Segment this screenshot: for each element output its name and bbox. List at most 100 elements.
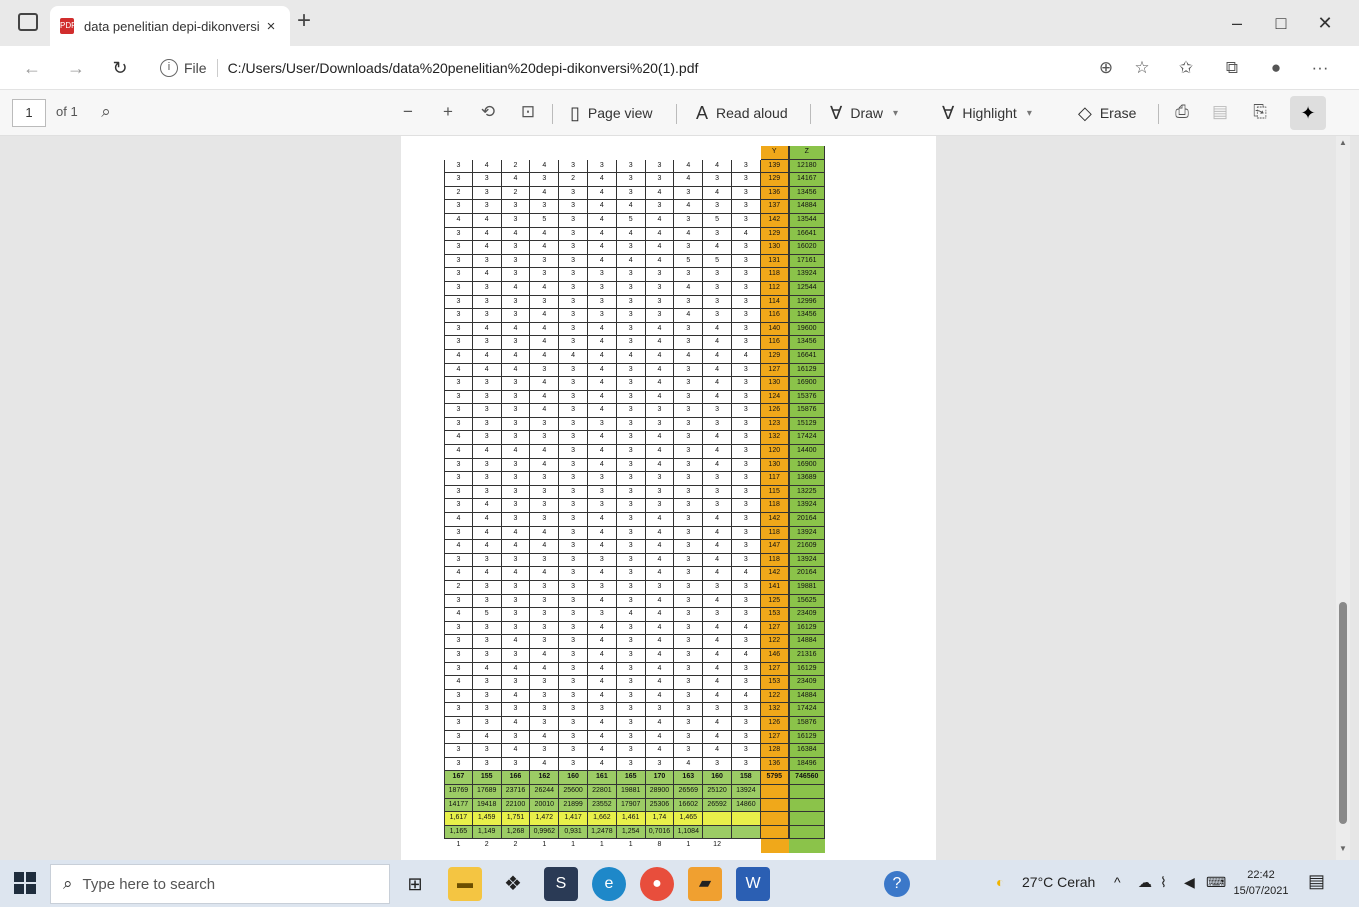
fit-page-icon[interactable]: ⊡ (516, 100, 540, 124)
save-as-icon[interactable]: ⎘ (1248, 100, 1272, 124)
dropbox-icon[interactable]: ❖ (496, 867, 530, 901)
word-icon[interactable]: W (736, 867, 770, 901)
table-cell: 4 (501, 540, 531, 554)
rotate-icon[interactable]: ⟲ (476, 100, 500, 124)
draw-button[interactable]: ∀ Draw ▾ (830, 100, 898, 126)
add-favorite-icon[interactable]: ☆ (1130, 56, 1154, 80)
table-cell: 4 (587, 377, 617, 391)
back-icon[interactable]: ← (18, 54, 46, 82)
scrollbar[interactable]: ▲ ▼ (1336, 136, 1350, 860)
profile-icon[interactable]: ● (1264, 56, 1288, 80)
chevron-down-icon[interactable]: ▾ (893, 108, 898, 119)
tray-chevron-icon[interactable]: ^ (1114, 874, 1121, 890)
cell-z (788, 812, 825, 826)
table-cell: 4 (703, 594, 732, 609)
summary-row: 18769 17689 23716 26244 25600 22801 19881 28900… (444, 784, 825, 799)
refresh-icon[interactable]: ↻ (106, 54, 134, 82)
table-cell: 3 (616, 322, 646, 337)
zoom-icon[interactable]: ⊕ (1094, 56, 1118, 80)
table-cell: 0,931 (559, 825, 588, 840)
minimize-button[interactable]: – (1222, 10, 1252, 36)
highlight-button[interactable]: ∀ Highlight ▾ (942, 100, 1032, 126)
pin-toolbar-icon[interactable]: ✦ (1290, 96, 1326, 130)
maximize-button[interactable]: □ (1266, 10, 1296, 36)
read-aloud-button[interactable]: A Read aloud (696, 100, 788, 126)
table-cell: 3 (559, 676, 588, 690)
page-number-input[interactable]: 1 (12, 99, 46, 127)
volume-icon[interactable]: ◀ (1184, 874, 1195, 891)
info-icon[interactable]: i (160, 59, 178, 77)
page-view-button[interactable]: ▯ Page view (570, 100, 653, 126)
forward-icon[interactable]: → (62, 54, 90, 82)
tab-active[interactable]: PDF data penelitian depi-dikonversi × (50, 6, 290, 46)
table-cell: 3 (731, 173, 761, 187)
scroll-down-icon[interactable]: ▼ (1336, 844, 1350, 854)
table-cell: 4 (703, 662, 732, 677)
clock[interactable]: 22:42 15/07/2021 (1226, 867, 1296, 899)
tab-actions-icon[interactable] (18, 13, 38, 31)
table-cell: 4 (472, 227, 502, 242)
erase-button[interactable]: ◇ Erase (1078, 100, 1136, 126)
scroll-up-icon[interactable]: ▲ (1336, 138, 1350, 148)
cell-z: 15625 (788, 594, 825, 609)
table-cell: 3 (472, 254, 502, 269)
table-cell: 12 (713, 841, 721, 849)
tab-close-button[interactable]: × (262, 18, 280, 35)
table-cell: 3 (501, 200, 531, 214)
edge-icon[interactable]: e (592, 867, 626, 901)
table-row: 3 4 3 4 3 4 3 4 3 4 3 130 16020 (444, 241, 825, 255)
save-icon[interactable]: ▤ (1208, 100, 1232, 124)
table-cell: 3 (731, 309, 761, 323)
pdf-viewer[interactable]: Y Z 3 4 2 4 3 3 3 3 4 4 3 139 12180 3 3 4 3 2 4 3 3 4 3 3 129 14167… (0, 136, 1359, 860)
table-cell: 4 (530, 458, 560, 473)
notifications-icon[interactable]: ▤ (1308, 871, 1325, 892)
taskbar-search[interactable]: ⌕ Type here to search (50, 864, 390, 904)
table-cell: 4 (703, 567, 732, 581)
new-tab-button[interactable]: + (292, 9, 316, 34)
find-icon[interactable]: ⌕ (94, 100, 118, 124)
zoom-out-icon[interactable]: − (396, 100, 420, 124)
table-cell: 3 (703, 227, 732, 242)
task-view-icon[interactable]: ⊞ (398, 867, 432, 901)
language-icon[interactable]: ⌨ (1206, 874, 1226, 891)
scroll-thumb[interactable] (1339, 602, 1347, 824)
table-cell: 3 (444, 417, 473, 432)
onedrive-icon[interactable]: ☁ (1138, 874, 1152, 891)
network-icon[interactable]: ⌇ (1160, 874, 1167, 891)
table-cell: 161 (587, 771, 617, 785)
table-header-row: YZ (444, 146, 825, 160)
cell-y: 129 (760, 227, 789, 242)
table-cell: 3 (616, 540, 646, 554)
sticky-notes-icon[interactable]: ▰ (688, 867, 722, 901)
close-window-button[interactable]: ✕ (1310, 10, 1340, 36)
chevron-down-icon[interactable]: ▾ (1027, 108, 1032, 119)
app-icon[interactable]: S (544, 867, 578, 901)
table-cell: 3 (559, 363, 588, 378)
table-cell: 4 (674, 227, 704, 242)
table-cell: 4 (444, 676, 473, 690)
more-menu-icon[interactable]: ··· (1308, 56, 1332, 80)
cell-y: 112 (760, 281, 789, 296)
windows-start-icon[interactable] (14, 872, 36, 894)
collections-icon[interactable]: ⧉ (1220, 56, 1244, 80)
cell-y: 127 (760, 621, 789, 636)
table-cell: 3 (501, 513, 531, 527)
favorites-icon[interactable]: ✩ (1174, 56, 1198, 80)
table-cell: 4 (472, 159, 502, 174)
cell-y (760, 825, 789, 840)
url-field[interactable]: i File C:/Users/User/Downloads/data%20pe… (150, 54, 1070, 82)
table-cell: 3 (616, 377, 646, 391)
file-explorer-icon[interactable]: ▬ (448, 867, 482, 901)
table-cell: 3 (587, 295, 617, 310)
weather-text[interactable]: 27°C Cerah (1022, 874, 1095, 890)
table-cell: 4 (587, 689, 617, 704)
zoom-in-icon[interactable]: + (436, 100, 460, 124)
table-cell: 3 (501, 553, 531, 568)
table-cell: 4 (530, 445, 560, 459)
print-icon[interactable]: ⎙ (1170, 100, 1194, 124)
help-icon[interactable]: ? (884, 871, 910, 897)
taskbar: ⌕ Type here to search ⊞ ▬ ❖ S e ● ▰ W ? … (0, 860, 1359, 907)
table-cell: 4 (501, 689, 531, 704)
chrome-icon[interactable]: ● (640, 867, 674, 901)
table-row: 3 4 3 4 3 4 3 4 3 4 3 127 16129 (444, 730, 825, 745)
